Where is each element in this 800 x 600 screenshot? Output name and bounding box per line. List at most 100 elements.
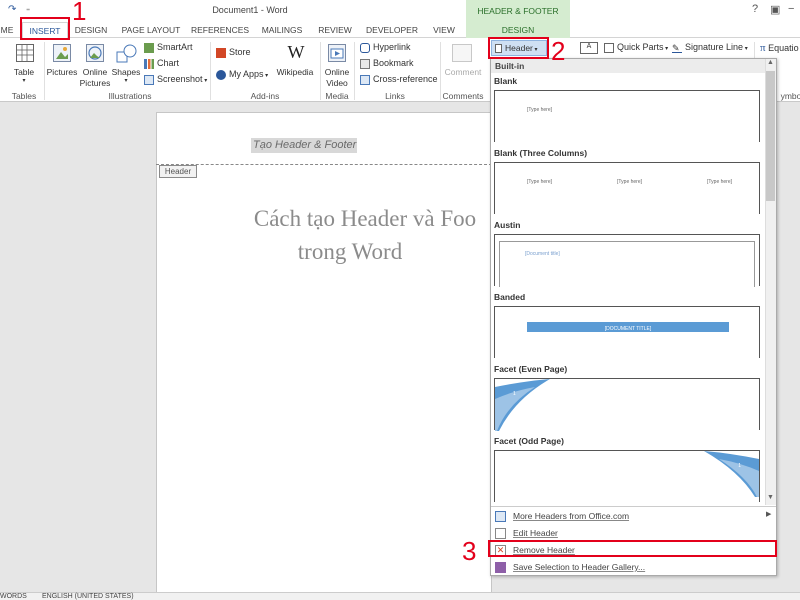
equation-button[interactable]: π Equatio [760,42,800,54]
placeholder-text: [Type here] [707,179,733,185]
cross-reference-icon [360,74,370,85]
online-pictures-label-line2[interactable]: Pictures [78,78,112,88]
screenshot-button[interactable]: Screenshot ▾ [144,74,208,86]
annotation-box-insert-tab [20,17,70,40]
redo-icon[interactable]: ↷ [8,4,16,15]
group-divider [44,42,45,100]
group-label-symbols: ymbo [780,91,800,101]
tab-view[interactable]: VIEW [428,22,460,38]
ribbon-display-options-icon[interactable]: ▣ [770,3,780,16]
window-title: Document1 - Word [212,5,288,15]
group-label-media: Media [325,91,349,101]
document-title[interactable]: Cách tạo Header và Foo trong Word [200,202,530,268]
minimize-icon[interactable]: − [788,3,794,15]
facet-even-graphic [495,379,550,431]
menu-item-save-selection[interactable]: Save Selection to Header Gallery... [491,559,776,576]
group-label-comments: Comments [442,91,484,101]
chart-label: Chart [157,58,180,68]
store-button[interactable]: Store [216,47,266,59]
pi-icon: π [760,42,766,54]
gallery-thumb-blank[interactable]: [Type here] [494,90,760,142]
header-area-tag: Header [159,165,197,178]
header-boundary-line [156,164,492,165]
smartart-button[interactable]: SmartArt [144,42,194,54]
group-label-tables: Tables [11,91,37,101]
screenshot-label: Screenshot [157,74,203,84]
gallery-item-title-facet-odd: Facet (Odd Page) [494,436,564,446]
gallery-item-title-banded: Banded [494,292,526,302]
bookmark-button[interactable]: Bookmark [360,58,430,70]
language-indicator[interactable]: ENGLISH (UNITED STATES) [42,593,134,600]
shapes-button[interactable]: Shapes [110,67,142,77]
pictures-icon [53,44,71,62]
document-page[interactable] [156,112,492,600]
tab-review[interactable]: REVIEW [314,22,356,38]
shapes-dropdown-arrow[interactable]: ▾ [110,77,142,84]
gallery-thumb-banded[interactable]: [DOCUMENT TITLE] [494,306,760,358]
gallery-item-title-austin: Austin [494,220,521,230]
table-button[interactable]: Table [8,67,40,77]
my-apps-icon [216,69,226,80]
word-count[interactable]: WORDS [0,593,27,600]
wikipedia-button[interactable]: Wikipedia [274,67,316,77]
page-number-placeholder: 1 [738,463,741,469]
gallery-thumb-facet-odd[interactable]: 1 [494,450,760,502]
title-bar [0,0,800,22]
store-icon [216,47,226,58]
cross-reference-button[interactable]: Cross-reference [360,74,438,86]
group-label-illustrations: Illustrations [108,91,152,101]
chart-icon [144,58,154,69]
my-apps-button[interactable]: My Apps ▾ [216,69,278,81]
save-selection-icon [495,562,506,573]
gallery-thumb-facet-even[interactable]: 1 [494,378,760,431]
banded-band: [DOCUMENT TITLE] [527,322,729,332]
smartart-label: SmartArt [157,42,193,52]
text-box-icon[interactable]: A [580,42,598,54]
wikipedia-icon: W [287,42,305,62]
help-icon[interactable]: ? [752,3,758,15]
tab-developer[interactable]: DEVELOPER [362,22,422,38]
placeholder-text: [Document title] [525,251,560,257]
gallery-item-title-blank: Blank [494,76,518,86]
group-label-links: Links [385,91,405,101]
signature-line-button[interactable]: ✎ Signature Line ▾ [672,42,756,54]
office-globe-icon [495,511,506,522]
quick-parts-button[interactable]: Quick Parts ▾ [604,42,670,54]
scroll-up-arrow-icon[interactable]: ▲ [765,59,776,70]
tab-mailings[interactable]: MAILINGS [256,22,308,38]
annotation-box-remove-header [488,540,777,557]
page-number-placeholder: 1 [513,391,516,397]
tab-home[interactable]: ME [0,22,14,38]
placeholder-text: [DOCUMENT TITLE] [604,326,652,332]
gallery-section-built-in: Built-in [491,59,765,73]
gallery-item-title-blank-three-columns: Blank (Three Columns) [494,148,588,158]
tab-references[interactable]: REFERENCES [190,22,250,38]
edit-header-icon [495,528,506,539]
signature-line-icon: ✎ [672,43,682,53]
scrollbar-thumb[interactable] [766,71,775,201]
online-video-label-line1[interactable]: Online [322,67,352,77]
tab-page-layout[interactable]: PAGE LAYOUT [118,22,184,38]
screenshot-icon [144,74,154,85]
table-dropdown-arrow[interactable]: ▾ [8,77,40,84]
annotation-box-header-button [488,37,549,59]
signature-line-label: Signature Line [685,42,744,52]
online-pictures-label-line1[interactable]: Online [80,67,110,77]
header-text[interactable]: Tạo Header & Footer [251,138,357,153]
gallery-thumb-austin[interactable]: [Document title] [494,234,760,287]
online-video-icon [328,44,346,62]
table-icon [16,44,34,62]
shapes-icon [116,44,138,66]
comment-button[interactable]: Comment [440,67,486,77]
hyperlink-button[interactable]: Hyperlink [360,42,430,54]
chart-button[interactable]: Chart [144,58,194,70]
online-video-label-line2[interactable]: Video [322,78,352,88]
menu-item-more-headers[interactable]: More Headers from Office.com [491,508,776,525]
bookmark-icon [360,58,370,69]
bookmark-label: Bookmark [373,58,414,68]
scroll-down-arrow-icon[interactable]: ▼ [765,494,776,505]
qat-customize-icon[interactable]: ₌ [26,4,30,13]
pictures-button[interactable]: Pictures [46,67,78,77]
store-label: Store [229,47,251,57]
gallery-thumb-blank-three-columns[interactable]: [Type here] [Type here] [Type here] [494,162,760,214]
